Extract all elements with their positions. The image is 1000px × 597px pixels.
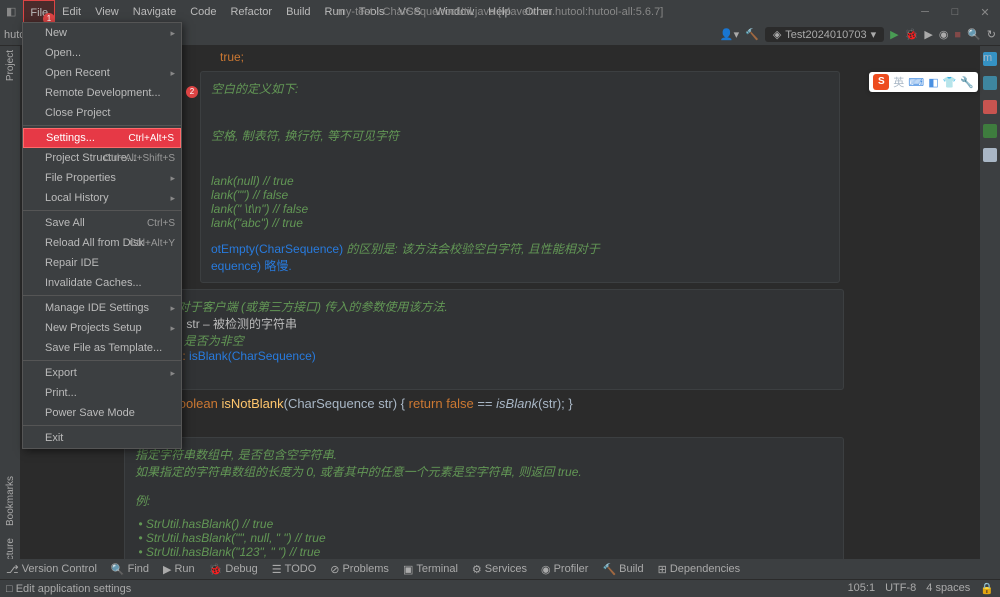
caret-position[interactable]: 105:1 [848, 582, 876, 595]
menu-item-local-history[interactable]: Local History▸ [23, 188, 181, 208]
ime-keyboard-icon[interactable]: ⌨ [908, 76, 924, 89]
ime-floating-bar[interactable]: S 英 ⌨ ◧ 👕 🔧 [869, 72, 978, 92]
menu-item-new-projects-setup[interactable]: New Projects Setup▸ [23, 318, 181, 338]
tool-window-bar: ⎇ Version Control 🔍 Find ▶ Run 🐞 Debug ☰… [0, 559, 1000, 579]
tool-plugin-b[interactable] [983, 124, 997, 138]
menu-item-reload-all-from-disk[interactable]: Reload All from DiskCtrl+Alt+Y [23, 233, 181, 253]
ime-lang[interactable]: 英 [893, 74, 904, 90]
ime-tools-icon[interactable]: 🔧 [960, 76, 974, 89]
menu-item-save-all[interactable]: Save AllCtrl+S [23, 213, 181, 233]
menu-item-new[interactable]: New▸ [23, 23, 181, 43]
doc-line: 空白的定义如下: [211, 80, 829, 97]
sogou-icon: S [873, 74, 889, 90]
callout-2-badge: 2 [186, 86, 198, 98]
app-icon: ◧ [0, 0, 23, 24]
doc-line: lank(null) // true [211, 174, 829, 188]
right-tool-strip: m [980, 46, 1000, 579]
close-button[interactable]: ✕ [970, 6, 1000, 19]
tool-bookmarks[interactable]: Bookmarks [5, 476, 16, 526]
title: my-test - CharSequenceUtil.java [Maven: … [337, 6, 664, 18]
tw-dependencies[interactable]: ⊞ Dependencies [658, 563, 741, 576]
status-bar: □ Edit application settings 105:1 UTF-8 … [0, 579, 1000, 597]
tw-run[interactable]: ▶ Run [163, 563, 195, 576]
build-icon[interactable]: 🔨 [745, 28, 759, 41]
tool-maven[interactable]: m [983, 52, 997, 66]
tw-services[interactable]: ⚙ Services [472, 563, 527, 576]
tool-plugin-a[interactable] [983, 100, 997, 114]
menu-edit[interactable]: Edit [55, 0, 88, 24]
menu-item-manage-ide-settings[interactable]: Manage IDE Settings▸ [23, 298, 181, 318]
user-icon[interactable]: 👤▾ [720, 28, 739, 41]
profile-button[interactable]: ◉ [939, 28, 949, 41]
search-icon[interactable]: 🔍 [967, 28, 981, 41]
tw-debug[interactable]: 🐞 Debug [209, 563, 258, 576]
menu-build[interactable]: Build [279, 0, 317, 24]
left-tool-strip: Project Bookmarks Structure [0, 46, 20, 579]
run-config-selector[interactable]: ◈ Test2024010703 ▾ [765, 27, 884, 42]
tw-version-control[interactable]: ⎇ Version Control [6, 563, 97, 576]
menu-item-remote-development-[interactable]: Remote Development... [23, 83, 181, 103]
tw-build[interactable]: 🔨 Build [602, 563, 643, 576]
menu-code[interactable]: Code [183, 0, 223, 24]
tw-find[interactable]: 🔍 Find [111, 563, 149, 576]
doc-line: 空格, 制表符, 换行符, 等不可见字符 [211, 127, 829, 144]
lock-icon[interactable]: 🔒 [980, 582, 994, 595]
menu-item-open-recent[interactable]: Open Recent▸ [23, 63, 181, 83]
update-icon[interactable]: ↻ [987, 28, 996, 41]
doc-line: lank("") // false [211, 188, 829, 202]
menu-item-file-properties[interactable]: File Properties▸ [23, 168, 181, 188]
code-line-129[interactable]: public static boolean isNotBlank(CharSeq… [100, 396, 980, 411]
ime-clothes-icon[interactable]: 👕 [943, 76, 957, 89]
status-text: □ Edit application settings [6, 583, 131, 595]
tw-profiler[interactable]: ◉ Profiler [541, 563, 588, 576]
indent[interactable]: 4 spaces [926, 582, 970, 595]
menu-navigate[interactable]: Navigate [126, 0, 183, 24]
tool-plugin-c[interactable] [983, 148, 997, 162]
menu-item-save-file-as-template-[interactable]: Save File as Template... [23, 338, 181, 358]
tool-project[interactable]: Project [5, 50, 16, 81]
doc-tip: 建议: 仅对于客户端 (或第三方接口) 传入的参数使用该方法. [135, 298, 833, 315]
menu-item-exit[interactable]: Exit [23, 428, 181, 448]
minimize-button[interactable]: ─ [910, 6, 940, 19]
coverage-button[interactable]: ▶ [924, 28, 932, 41]
menu-item-export[interactable]: Export▸ [23, 363, 181, 383]
menu-item-print-[interactable]: Print... [23, 383, 181, 403]
doc-line: lank(" \t\n") // false [211, 202, 829, 216]
tw-terminal[interactable]: ▣ Terminal [403, 563, 458, 576]
tw-todo[interactable]: ☰ TODO [272, 563, 316, 576]
menu-view[interactable]: View [88, 0, 126, 24]
stop-button[interactable]: ■ [954, 29, 961, 41]
file-menu-popup: New▸Open...Open Recent▸Remote Developmen… [22, 22, 182, 449]
menu-item-project-structure-[interactable]: Project Structure...Ctrl+Alt+Shift+S [23, 148, 181, 168]
menu-item-open-[interactable]: Open... [23, 43, 181, 63]
run-button[interactable]: ▶ [890, 28, 898, 41]
doc-line: 指定字符串数组中, 是否包含空字符串. [135, 446, 833, 463]
ime-settings-icon[interactable]: ◧ [928, 76, 938, 89]
menu-refactor[interactable]: Refactor [223, 0, 279, 24]
tool-database[interactable] [983, 76, 997, 90]
menu-item-settings-[interactable]: Settings...Ctrl+Alt+S [23, 128, 181, 148]
doc-line: lank("abc") // true [211, 216, 829, 230]
tw-problems[interactable]: ⊘ Problems [330, 563, 389, 576]
menu-item-power-save-mode[interactable]: Power Save Mode [23, 403, 181, 423]
menu-item-repair-ide[interactable]: Repair IDE [23, 253, 181, 273]
maximize-button[interactable]: □ [940, 6, 970, 19]
menu-item-close-project[interactable]: Close Project [23, 103, 181, 123]
menu-item-invalidate-caches-[interactable]: Invalidate Caches... [23, 273, 181, 293]
encoding[interactable]: UTF-8 [885, 582, 916, 595]
debug-button[interactable]: 🐞 [905, 28, 919, 41]
